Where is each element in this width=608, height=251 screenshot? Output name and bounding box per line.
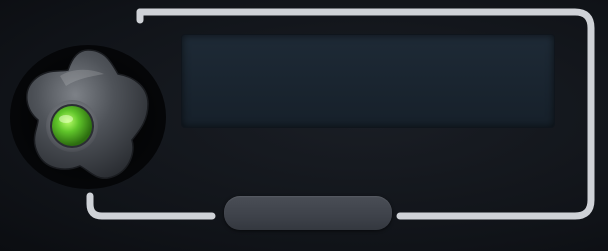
rotary-knob-icon (10, 45, 166, 189)
device-widget (0, 0, 608, 251)
rotary-knob[interactable] (8, 42, 168, 192)
status-light-icon (52, 106, 92, 146)
display-screen (182, 35, 554, 127)
display-text (182, 35, 554, 127)
slider-handle[interactable] (224, 196, 392, 230)
